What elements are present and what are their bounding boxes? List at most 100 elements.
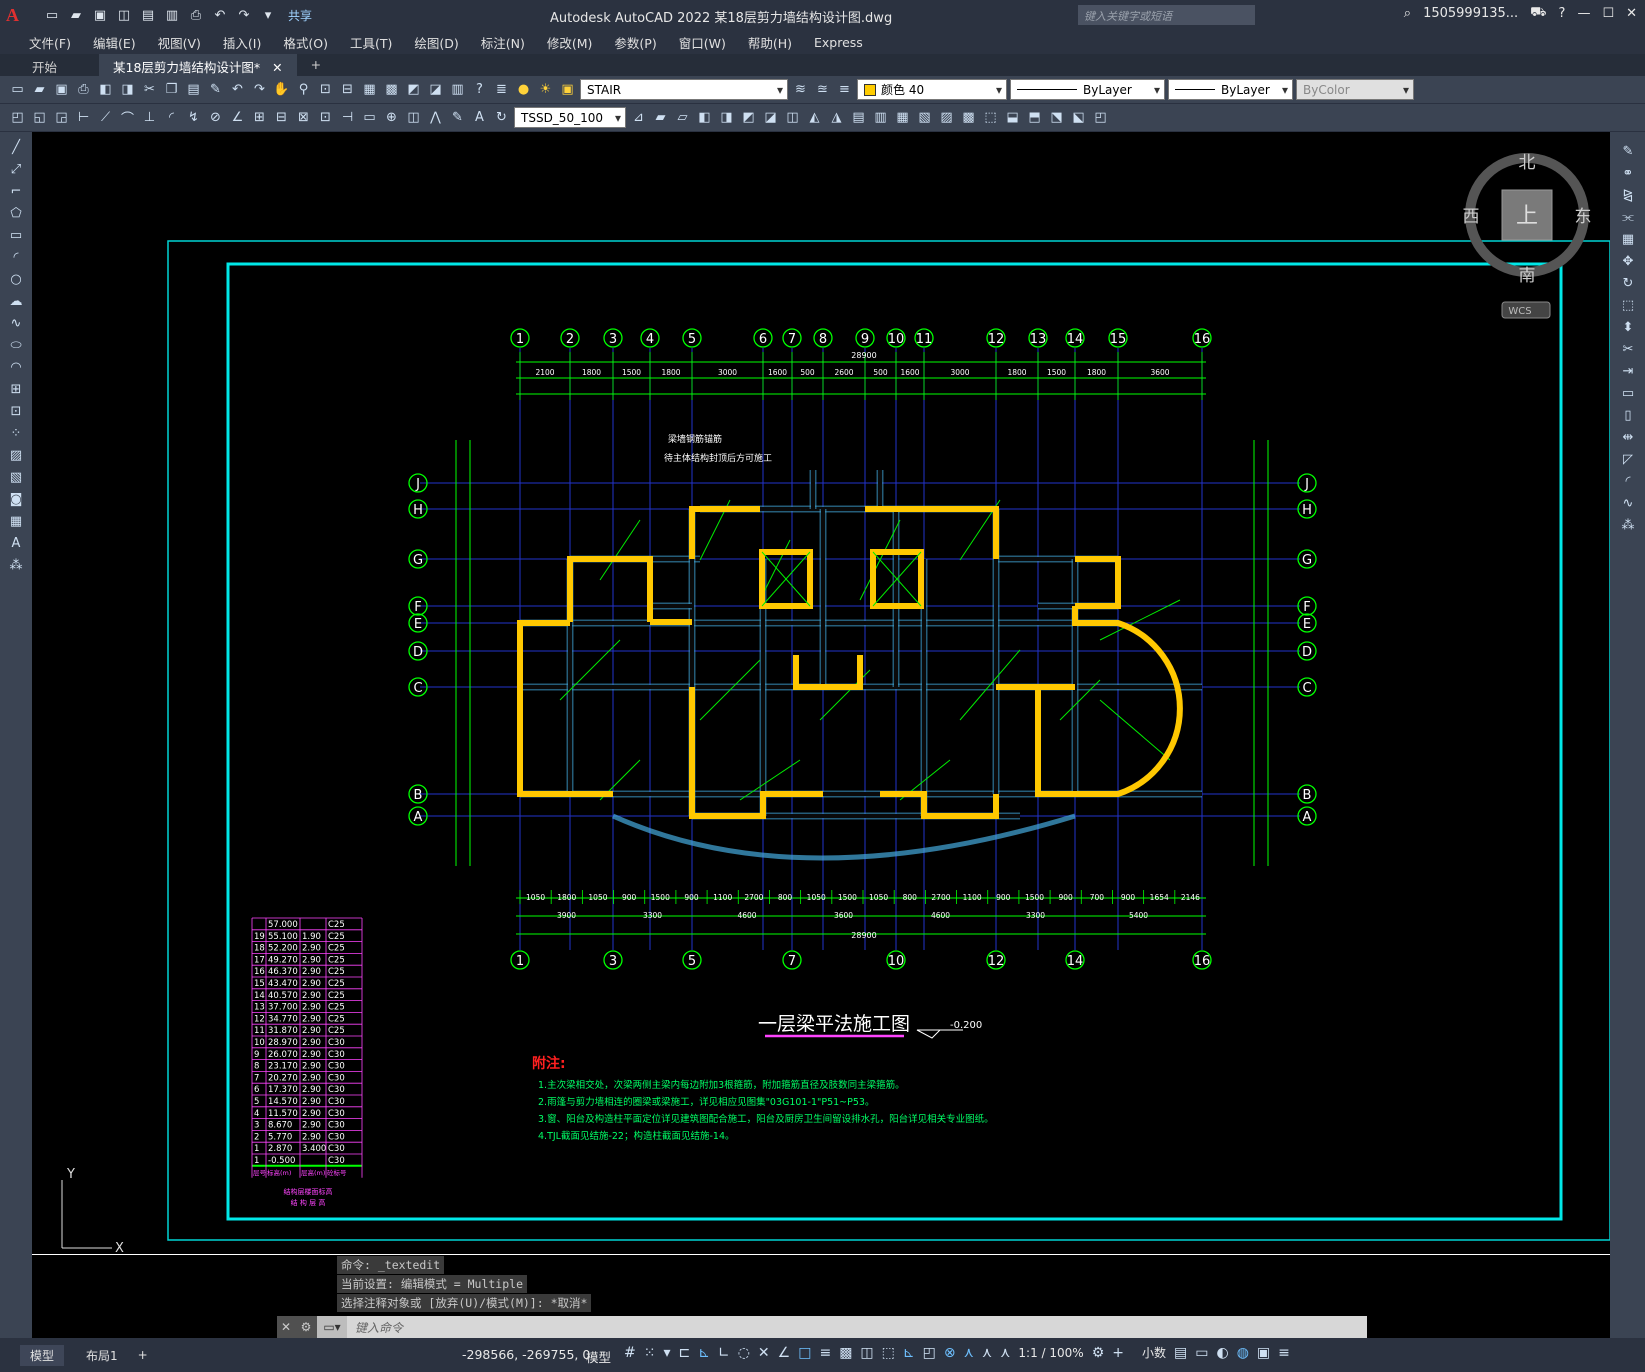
transparency-icon[interactable]: ▩ — [839, 1345, 852, 1361]
2d-osnap-icon[interactable]: □ — [798, 1345, 811, 1361]
ellipse-arc-icon[interactable]: ◠ — [6, 358, 26, 377]
copy-object-icon[interactable]: ⚭ — [1618, 164, 1638, 183]
dim-text-edit-icon[interactable]: A — [470, 108, 489, 127]
arc-dim-icon[interactable]: ⌒ — [118, 108, 137, 127]
pan-icon[interactable]: ✋ — [272, 80, 291, 99]
layer-prev-icon[interactable]: ≋ — [791, 80, 810, 99]
jogged-dim-icon[interactable]: ↯ — [184, 108, 203, 127]
layer-manager-icon[interactable]: ≣ — [492, 80, 511, 99]
modify-icon-2[interactable]: ▱ — [673, 108, 692, 127]
tab-layout1[interactable]: 布局1 — [76, 1345, 128, 1366]
quick-properties-icon[interactable]: ▤ — [1174, 1345, 1187, 1361]
close-cmd-icon[interactable]: ✕ — [277, 1316, 295, 1338]
coordinate-readout[interactable]: -298566, -269755, 0 — [462, 1347, 590, 1362]
compass-west[interactable]: 西 — [1463, 207, 1480, 227]
region-icon[interactable]: ◙ — [6, 490, 26, 509]
scale-icon[interactable]: ⬚ — [1618, 296, 1638, 315]
modify-icon-11[interactable]: ▥ — [871, 108, 890, 127]
menu-tools[interactable]: 工具(T) — [339, 33, 403, 52]
recent-commands-icon[interactable]: ▭▾ — [317, 1316, 347, 1338]
modify-icon-14[interactable]: ▨ — [937, 108, 956, 127]
new-icon[interactable]: ▭ — [42, 5, 62, 25]
save-web-icon[interactable]: ▥ — [162, 5, 182, 25]
space-dim-icon[interactable]: ⊡ — [316, 108, 335, 127]
insert-block-icon[interactable]: ⊞ — [6, 380, 26, 399]
save-as-icon[interactable]: ◫ — [114, 5, 134, 25]
rectangle-icon[interactable]: ▭ — [6, 226, 26, 245]
revcloud-icon[interactable]: ☁ — [6, 292, 26, 311]
auto-scale-icon[interactable]: ⋏ — [982, 1345, 992, 1361]
inspect-icon[interactable]: ◫ — [404, 108, 423, 127]
clean-screen-icon[interactable]: ▣ — [1257, 1345, 1270, 1361]
tab-start[interactable]: 开始 — [18, 54, 71, 76]
annotation-monitor-icon[interactable]: + — [1112, 1345, 1124, 1361]
menu-modify[interactable]: 修改(M) — [536, 33, 604, 52]
new-tab-button[interactable]: + — [297, 54, 335, 76]
search-input[interactable]: 键入关键字或短语 — [1078, 5, 1255, 25]
selection-filter-icon[interactable]: ◰ — [923, 1345, 936, 1361]
menu-help[interactable]: 帮助(H) — [737, 33, 803, 52]
publish-icon[interactable]: ◨ — [118, 80, 137, 99]
menu-parametric[interactable]: 参数(P) — [603, 33, 667, 52]
lock-icon[interactable]: ▣ — [558, 80, 577, 99]
continue-dim-icon[interactable]: ⊠ — [294, 108, 313, 127]
layer-make-current-icon[interactable]: ≊ — [813, 80, 832, 99]
units-value[interactable]: 小数 — [1142, 1344, 1166, 1361]
modify-icon-19[interactable]: ⬔ — [1047, 108, 1066, 127]
bulb-icon[interactable]: ● — [514, 80, 533, 99]
undo-icon[interactable]: ↶ — [228, 80, 247, 99]
autocad-logo[interactable]: A — [6, 2, 34, 28]
fillet-icon[interactable]: ◜ — [1618, 472, 1638, 491]
break-at-point-icon[interactable]: ▭ — [1618, 384, 1638, 403]
modify-icon-16[interactable]: ⬚ — [981, 108, 1000, 127]
copy-icon[interactable]: ❐ — [162, 80, 181, 99]
layer-combo[interactable]: STAIR — [580, 79, 788, 100]
center-mark-icon[interactable]: ⊕ — [382, 108, 401, 127]
lineweight-icon[interactable]: ≡ — [819, 1345, 831, 1361]
compass-north[interactable]: 北 — [1519, 153, 1536, 173]
tssd-icon-1[interactable]: ◰ — [8, 108, 27, 127]
menu-view[interactable]: 视图(V) — [147, 33, 212, 52]
modify-icon-18[interactable]: ⬒ — [1025, 108, 1044, 127]
menu-dimension[interactable]: 标注(N) — [470, 33, 536, 52]
customization-icon[interactable]: ≡ — [1278, 1345, 1290, 1361]
paste-icon[interactable]: ▤ — [184, 80, 203, 99]
modify-icon-20[interactable]: ⬕ — [1069, 108, 1088, 127]
save-icon[interactable]: ▣ — [90, 5, 110, 25]
share-button[interactable]: 共享 — [288, 7, 312, 24]
radius-dim-icon[interactable]: ◜ — [162, 108, 181, 127]
open-web-icon[interactable]: ▤ — [138, 5, 158, 25]
modify-icon-4[interactable]: ◨ — [717, 108, 736, 127]
isodraft-icon[interactable]: ◌ — [738, 1345, 750, 1361]
menu-file[interactable]: 文件(F) — [18, 33, 82, 52]
rotate-icon[interactable]: ↻ — [1618, 274, 1638, 293]
modify-icon-12[interactable]: ▦ — [893, 108, 912, 127]
customize-icon[interactable]: ▾ — [258, 5, 278, 25]
user-name[interactable]: 1505999135... — [1423, 6, 1518, 21]
open-icon[interactable]: ▰ — [30, 80, 49, 99]
model-space-toggle[interactable]: 模型 — [586, 1347, 611, 1366]
properties-icon[interactable]: ▦ — [360, 80, 379, 99]
undo-icon[interactable]: ↶ — [210, 5, 230, 25]
trim-icon[interactable]: ✂ — [1618, 340, 1638, 359]
annotation-visibility-icon[interactable]: ⋏ — [964, 1345, 974, 1361]
sun-icon[interactable]: ☀ — [536, 80, 555, 99]
tolerance-icon[interactable]: ▭ — [360, 108, 379, 127]
make-block-icon[interactable]: ⊡ — [6, 402, 26, 421]
modify-icon-10[interactable]: ▤ — [849, 108, 868, 127]
menu-draw[interactable]: 绘图(D) — [403, 33, 469, 52]
modify-icon-7[interactable]: ◫ — [783, 108, 802, 127]
compass-east[interactable]: 东 — [1575, 207, 1592, 227]
zoom-icon[interactable]: ⚲ — [294, 80, 313, 99]
dim-update-icon[interactable]: ↻ — [492, 108, 511, 127]
linear-dim-icon[interactable]: ⊢ — [74, 108, 93, 127]
dim-edit-icon[interactable]: ✎ — [448, 108, 467, 127]
gradient-icon[interactable]: ▧ — [6, 468, 26, 487]
ellipse-icon[interactable]: ⬭ — [6, 336, 26, 355]
tab-drawing[interactable]: 某18层剪力墙结构设计图* ✕ — [99, 54, 297, 76]
cut-icon[interactable]: ✂ — [140, 80, 159, 99]
open-icon[interactable]: ▰ — [66, 5, 86, 25]
ordinate-dim-icon[interactable]: ⊥ — [140, 108, 159, 127]
tssd-icon-3[interactable]: ◲ — [52, 108, 71, 127]
modify-icon-21[interactable]: ◰ — [1091, 108, 1110, 127]
